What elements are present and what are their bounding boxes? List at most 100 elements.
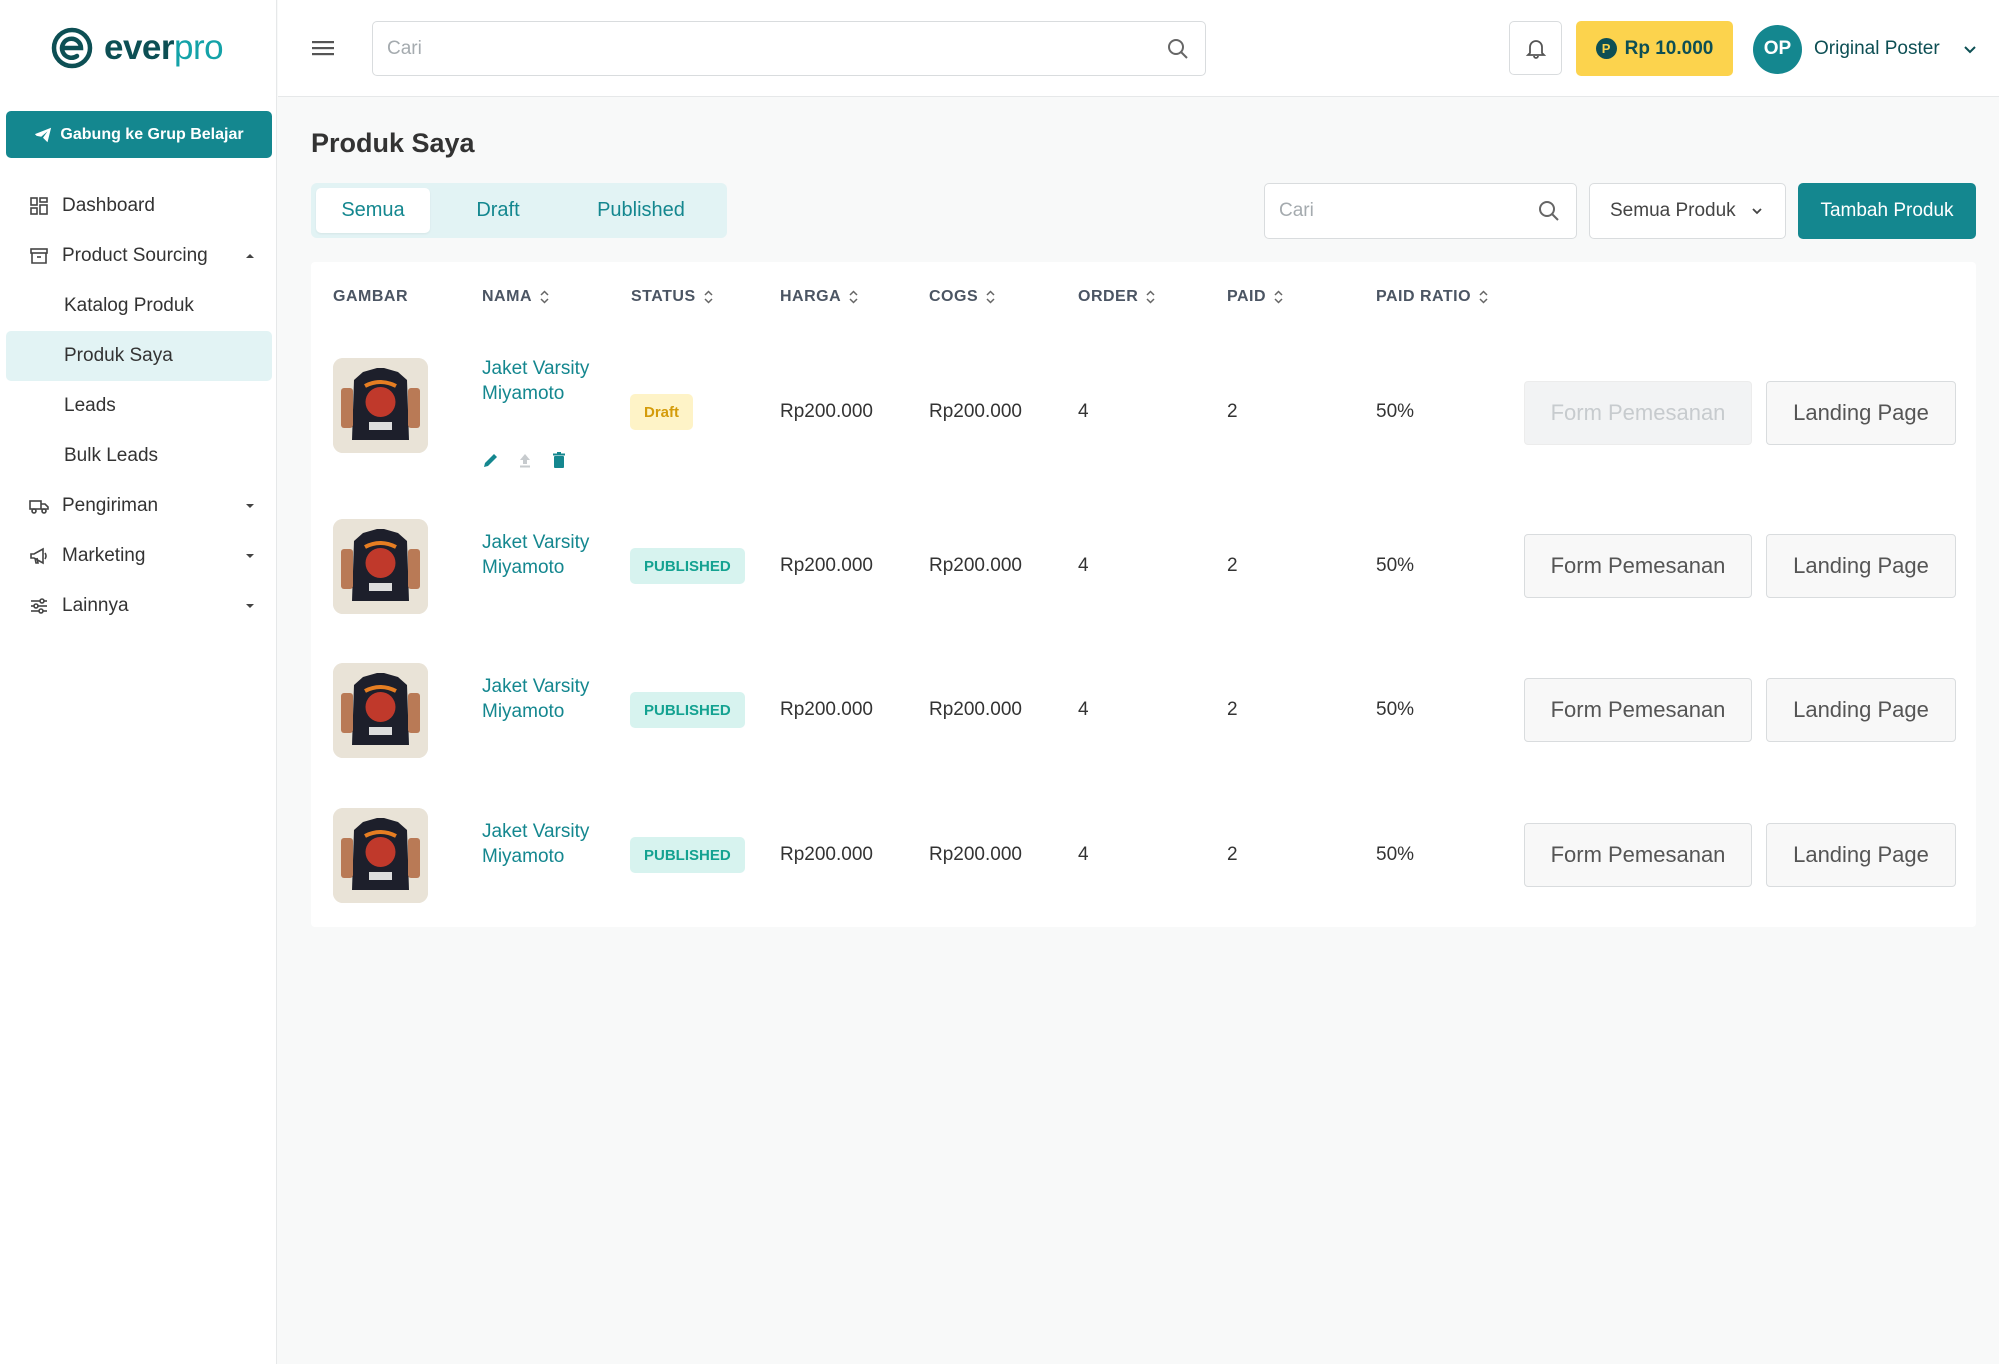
pencil-icon (484, 454, 497, 467)
column-header-nama[interactable]: NAMA (482, 288, 549, 306)
sort-icon (849, 290, 858, 304)
sidebar-item-bulk-leads[interactable]: Bulk Leads (6, 431, 272, 481)
user-name: Original Poster (1814, 38, 1940, 59)
brand-name: everpro (104, 28, 224, 67)
product-name-link[interactable]: Jaket Varsity Miyamoto (482, 819, 592, 869)
tab-draft[interactable]: Draft (444, 188, 552, 233)
product-thumbnail[interactable] (333, 808, 428, 903)
order-form-button[interactable]: Form Pemesanan (1524, 381, 1752, 445)
column-header-order[interactable]: ORDER (1078, 288, 1155, 306)
price-cell: Rp200.000 (780, 401, 873, 422)
price-cell: Rp200.000 (780, 555, 873, 576)
table-row: Jaket Varsity Miyamoto Draft Rp200.000 R… (311, 356, 1976, 476)
global-search (372, 21, 1206, 76)
add-product-button[interactable]: Tambah Produk (1798, 183, 1976, 239)
sidebar-item-marketing[interactable]: Marketing (6, 531, 272, 581)
product-thumbnail[interactable] (333, 358, 428, 453)
sort-icon (1274, 290, 1283, 304)
landing-page-button[interactable]: Landing Page (1766, 381, 1956, 445)
paid-cell: 2 (1227, 699, 1238, 720)
column-header-cogs[interactable]: COGS (929, 288, 995, 306)
paid-ratio-cell: 50% (1376, 555, 1415, 576)
topbar: P Rp 10.000 OP Original Poster (278, 0, 1999, 97)
sidebar-item-label: Produk Saya (64, 345, 173, 366)
everpro-logo-icon (51, 27, 93, 69)
notification-button[interactable] (1509, 21, 1562, 75)
truck-icon (29, 500, 49, 514)
paid-cell: 2 (1227, 401, 1238, 422)
table-row: Jaket Varsity Miyamoto PUBLISHED Rp200.0… (311, 806, 1976, 906)
cogs-cell: Rp200.000 (929, 555, 1022, 576)
coin-icon: P (1595, 38, 1617, 59)
status-badge: PUBLISHED (630, 548, 745, 584)
global-search-input[interactable] (387, 22, 1147, 75)
sidebar-item-label: Katalog Produk (64, 295, 194, 316)
table-row: Jaket Varsity Miyamoto PUBLISHED Rp200.0… (311, 661, 1976, 761)
column-header-paid[interactable]: PAID (1227, 288, 1283, 306)
sort-icon (986, 290, 995, 304)
price-cell: Rp200.000 (780, 844, 873, 865)
order-cell: 4 (1078, 401, 1089, 422)
delete-button[interactable] (550, 451, 568, 474)
tab-published[interactable]: Published (565, 188, 717, 233)
landing-page-button[interactable]: Landing Page (1766, 678, 1956, 742)
balance-button[interactable]: P Rp 10.000 (1576, 21, 1733, 76)
sidebar-item-label: Marketing (62, 545, 146, 566)
caret-down-icon (246, 554, 254, 558)
column-header-status[interactable]: STATUS (631, 288, 713, 306)
sidebar-item-label: Pengiriman (62, 495, 159, 516)
chevron-down-icon (1963, 46, 1976, 54)
caret-down-icon (246, 604, 254, 608)
tab-semua[interactable]: Semua (316, 188, 430, 233)
balance-amount: Rp 10.000 (1624, 37, 1714, 59)
user-menu[interactable]: OP Original Poster (1753, 24, 1978, 74)
column-header-harga[interactable]: HARGA (780, 288, 858, 306)
edit-button[interactable] (482, 451, 500, 474)
jacket-image-icon (333, 519, 428, 614)
upload-icon (520, 454, 530, 468)
product-filter-value: Semua Produk (1610, 200, 1736, 221)
order-cell: 4 (1078, 699, 1089, 720)
product-search-input[interactable] (1279, 184, 1529, 238)
sliders-icon (31, 598, 47, 614)
search-icon[interactable] (1538, 200, 1560, 222)
product-name-link[interactable]: Jaket Varsity Miyamoto (482, 674, 592, 724)
jacket-image-icon (333, 808, 428, 903)
sidebar-item-dashboard[interactable]: Dashboard (6, 181, 272, 231)
paid-cell: 2 (1227, 555, 1238, 576)
join-study-group-button[interactable]: Gabung ke Grup Belajar (6, 111, 272, 158)
sidebar-item-leads[interactable]: Leads (6, 381, 272, 431)
order-form-button[interactable]: Form Pemesanan (1524, 534, 1752, 598)
status-tabs: Semua Draft Published (311, 183, 727, 238)
product-thumbnail[interactable] (333, 663, 428, 758)
join-study-group-label: Gabung ke Grup Belajar (60, 125, 244, 143)
order-cell: 4 (1078, 555, 1089, 576)
product-name-link[interactable]: Jaket Varsity Miyamoto (482, 530, 592, 580)
sidebar-item-katalog-produk[interactable]: Katalog Produk (6, 281, 272, 331)
hamburger-menu-icon[interactable] (311, 38, 335, 58)
search-icon[interactable] (1167, 38, 1189, 60)
everpro-logo[interactable]: everpro (50, 24, 224, 72)
product-filter-select[interactable]: Semua Produk (1589, 183, 1786, 239)
sidebar-item-lainnya[interactable]: Lainnya (6, 581, 272, 631)
order-form-button[interactable]: Form Pemesanan (1524, 823, 1752, 887)
bell-icon (1525, 40, 1546, 59)
column-header-paid-ratio[interactable]: PAID RATIO (1376, 288, 1488, 306)
product-name-link[interactable]: Jaket Varsity Miyamoto (482, 356, 592, 406)
sidebar-item-label: Lainnya (62, 595, 129, 616)
paid-ratio-cell: 50% (1376, 401, 1415, 422)
cogs-cell: Rp200.000 (929, 699, 1022, 720)
publish-button[interactable] (516, 451, 534, 474)
sidebar-item-pengiriman[interactable]: Pengiriman (6, 481, 272, 531)
paid-ratio-cell: 50% (1376, 699, 1415, 720)
sidebar-item-produk-saya[interactable]: Produk Saya (6, 331, 272, 381)
sidebar-item-product-sourcing[interactable]: Product Sourcing (6, 231, 272, 281)
sidebar-item-label: Dashboard (62, 195, 155, 216)
landing-page-button[interactable]: Landing Page (1766, 823, 1956, 887)
column-header-gambar: GAMBAR (333, 288, 408, 305)
trash-icon (553, 452, 565, 468)
product-thumbnail[interactable] (333, 519, 428, 614)
landing-page-button[interactable]: Landing Page (1766, 534, 1956, 598)
sidebar-nav: Dashboard Product Sourcing Katalog Produ… (6, 181, 272, 631)
order-form-button[interactable]: Form Pemesanan (1524, 678, 1752, 742)
